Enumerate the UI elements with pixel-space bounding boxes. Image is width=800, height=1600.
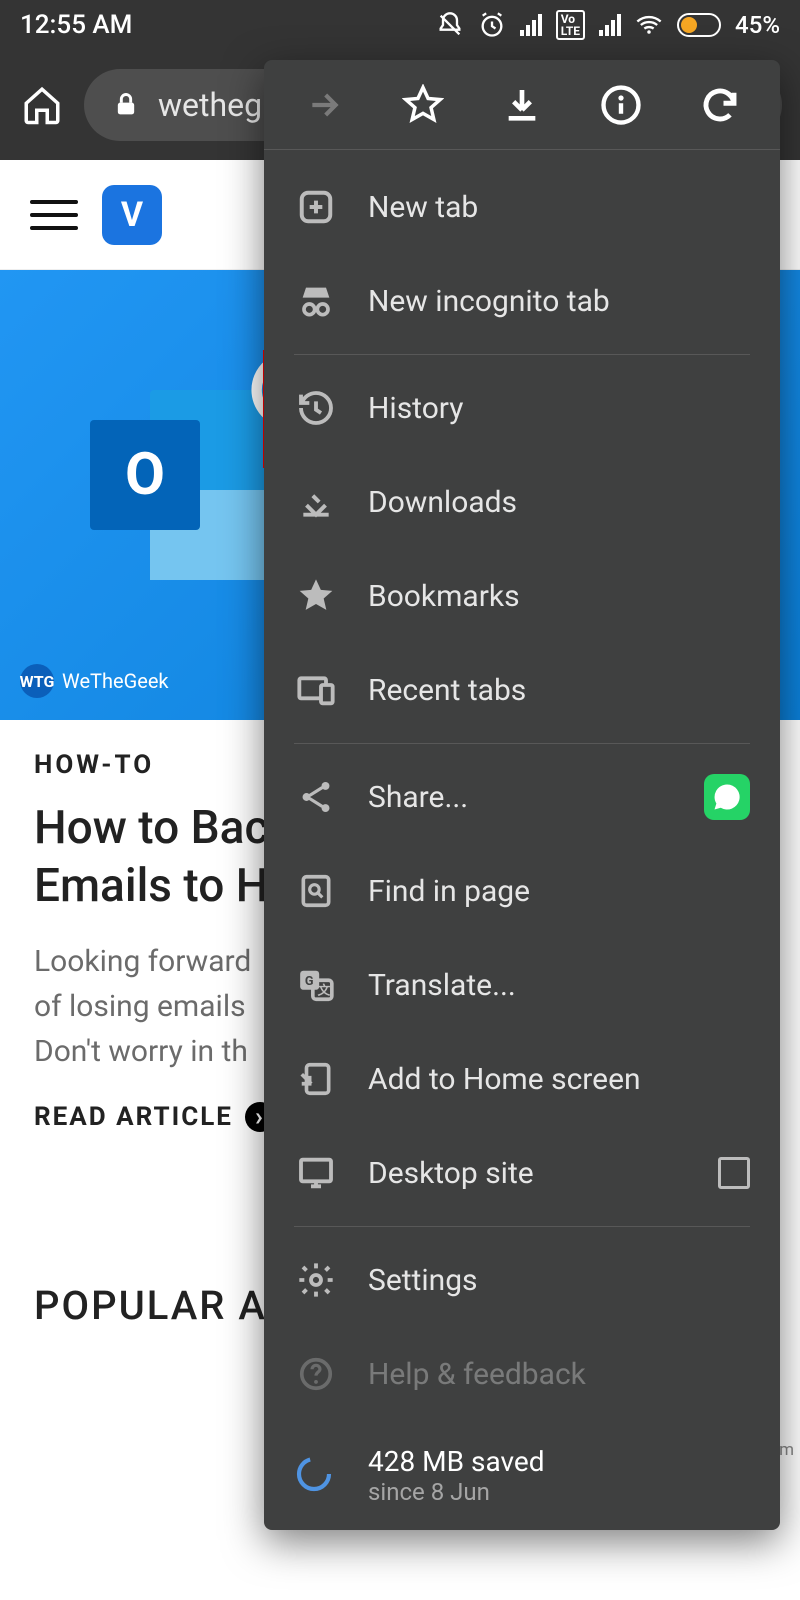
outlook-icon: O: [90, 420, 200, 530]
info-icon: [600, 84, 642, 126]
new-tab-icon: [294, 185, 338, 229]
signal-2-icon: [599, 14, 621, 36]
find-icon: [294, 869, 338, 913]
wifi-icon: [635, 11, 663, 39]
desktop-icon: [294, 1151, 338, 1195]
menu-item-new-tab[interactable]: New tab: [264, 160, 780, 254]
bookmark-button[interactable]: [393, 75, 453, 135]
data-saver-icon: [294, 1454, 338, 1498]
battery-percent: 45%: [735, 11, 780, 39]
devices-icon: [294, 668, 338, 712]
alarm-icon: [478, 11, 506, 39]
menu-separator: [294, 1226, 750, 1227]
download-button[interactable]: [492, 75, 552, 135]
menu-item-desktop-site[interactable]: Desktop site: [264, 1126, 780, 1220]
status-bar: 12:55 AM VoLTE 45%: [0, 0, 800, 50]
menu-item-find[interactable]: Find in page: [264, 844, 780, 938]
url-text: wetheg: [158, 86, 262, 124]
translate-icon: G文: [294, 963, 338, 1007]
help-icon: [294, 1352, 338, 1396]
lock-icon: [112, 91, 140, 119]
battery-icon: [677, 13, 721, 37]
share-icon: [294, 775, 338, 819]
browser-menu: New tab New incognito tab History Downlo…: [264, 60, 780, 1530]
data-saved-amount: 428 MB saved: [368, 1445, 545, 1478]
gear-icon: [294, 1258, 338, 1302]
reload-button[interactable]: [690, 75, 750, 135]
home-button[interactable]: [18, 81, 66, 129]
bookmarks-icon: [294, 574, 338, 618]
desktop-site-checkbox[interactable]: [718, 1157, 750, 1189]
incognito-icon: [294, 279, 338, 323]
hamburger-button[interactable]: [30, 191, 78, 239]
info-button[interactable]: [591, 75, 651, 135]
reload-icon: [699, 84, 741, 126]
signal-1-icon: [520, 14, 542, 36]
menu-separator: [294, 743, 750, 744]
arrow-forward-icon: [304, 85, 344, 125]
menu-toolbar: [264, 60, 780, 150]
data-saved-since: since 8 Jun: [368, 1478, 545, 1506]
menu-item-share[interactable]: Share...: [264, 750, 780, 844]
volte-icon: VoLTE: [556, 10, 585, 40]
menu-item-add-home[interactable]: Add to Home screen: [264, 1032, 780, 1126]
svg-text:G: G: [305, 974, 314, 989]
data-saver-summary[interactable]: 428 MB saved since 8 Jun: [264, 1431, 780, 1530]
menu-item-bookmarks[interactable]: Bookmarks: [264, 549, 780, 643]
mute-icon: [436, 11, 464, 39]
menu-item-settings[interactable]: Settings: [264, 1233, 780, 1327]
status-icons: VoLTE 45%: [436, 10, 780, 40]
home-icon: [21, 84, 63, 126]
menu-item-incognito[interactable]: New incognito tab: [264, 254, 780, 348]
download-icon: [502, 85, 542, 125]
add-home-icon: [294, 1057, 338, 1101]
history-icon: [294, 386, 338, 430]
menu-separator: [294, 354, 750, 355]
menu-item-translate[interactable]: G文 Translate...: [264, 938, 780, 1032]
whatsapp-icon: [704, 774, 750, 820]
menu-item-recent-tabs[interactable]: Recent tabs: [264, 643, 780, 737]
svg-text:文: 文: [318, 983, 331, 999]
watermark-brand: WTG WeTheGeek: [20, 664, 169, 698]
menu-item-history[interactable]: History: [264, 361, 780, 455]
menu-item-help[interactable]: Help & feedback: [264, 1327, 780, 1421]
site-logo[interactable]: V: [102, 185, 162, 245]
status-time: 12:55 AM: [20, 10, 436, 40]
downloads-icon: [294, 480, 338, 524]
star-icon: [402, 84, 444, 126]
menu-item-downloads[interactable]: Downloads: [264, 455, 780, 549]
forward-button[interactable]: [294, 75, 354, 135]
